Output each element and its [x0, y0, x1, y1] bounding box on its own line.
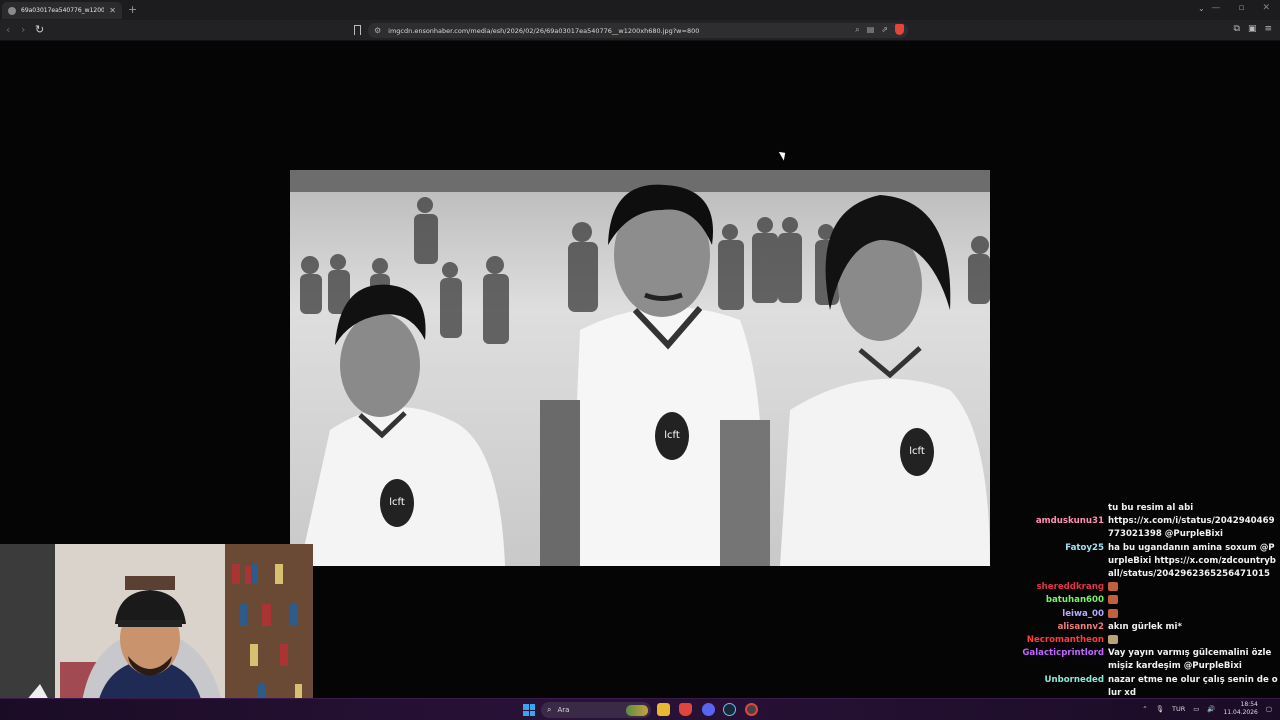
browser-tab[interactable]: 69a03017ea540776_w1200xh680 ✕	[2, 2, 122, 19]
globe-icon	[8, 6, 16, 15]
chat-username[interactable]: batuhan600	[1020, 594, 1108, 607]
chat-text: https://x.com/i/status/20429404697730213…	[1108, 516, 1275, 540]
chat-message: Fatoy25 ha bu ugandanın amina soxum @Purp…	[1020, 542, 1280, 582]
mouse-cursor-icon	[778, 149, 789, 161]
discord-icon[interactable]	[702, 703, 715, 716]
chat-message: batuhan600	[1020, 594, 1280, 607]
chat-emote-icon	[1108, 582, 1118, 592]
menu-icon[interactable]: ≡	[1264, 24, 1272, 34]
chat-message: amduskunu31 https://x.com/i/status/204294…	[1020, 515, 1280, 541]
chat-text: Vay yayın varmış gülcemalini özlemişiz k…	[1108, 648, 1272, 672]
chevron-up-icon[interactable]: ⌃	[1142, 705, 1147, 713]
notification-icon[interactable]: ▢	[1266, 705, 1272, 713]
chevron-down-icon[interactable]: ⌄	[1198, 4, 1205, 13]
close-window-icon[interactable]: ✕	[1262, 3, 1270, 13]
extensions-icon[interactable]: ⧉	[1234, 24, 1240, 34]
clock-date: 11.04.2026	[1223, 709, 1258, 716]
windows-taskbar: ⌕ Ara ⌃ 🎙 TUR ▭ 🔊 18:54 11.04.2026 ▢	[0, 698, 1280, 720]
webcam-overlay	[0, 544, 313, 720]
search-icon: ⌕	[547, 705, 552, 714]
chat-message: alisannv2 akın gürlek mi*	[1020, 621, 1280, 634]
close-tab-icon[interactable]: ✕	[109, 6, 116, 15]
chat-message: shereddkrang	[1020, 581, 1280, 594]
tab-title: 69a03017ea540776_w1200xh680	[21, 7, 105, 14]
reader-icon[interactable]: ▤	[867, 25, 875, 34]
chat-text: tu bu resim al abi	[1108, 503, 1194, 513]
volume-icon[interactable]: 🔊	[1207, 705, 1215, 713]
chat-message: Unborneded nazar etme ne olur çalış senin…	[1020, 674, 1280, 700]
chat-text: nazar etme ne olur çalış senin de olur x…	[1108, 674, 1278, 698]
chat-username[interactable]	[1020, 502, 1108, 515]
chat-message: Necromantheon	[1020, 634, 1280, 647]
svg-text:lcft: lcft	[909, 446, 925, 457]
forward-icon[interactable]: ›	[21, 23, 25, 37]
reload-icon[interactable]: ↻	[35, 23, 44, 37]
system-tray: ⌃ 🎙 TUR ▭ 🔊 18:54 11.04.2026 ▢	[1142, 701, 1272, 717]
taskbar-search[interactable]: ⌕ Ara	[541, 702, 651, 718]
chat-username[interactable]: Fatoy25	[1020, 542, 1108, 582]
chat-message: tu bu resim al abi	[1020, 502, 1280, 515]
obs-icon[interactable]	[745, 703, 758, 716]
language-indicator[interactable]: TUR	[1172, 705, 1185, 713]
chat-emote-icon	[1108, 635, 1118, 645]
minimize-icon[interactable]: —	[1211, 3, 1220, 13]
chat-text	[1108, 594, 1280, 607]
chat-emote-icon	[1108, 595, 1118, 605]
tab-strip: 69a03017ea540776_w1200xh680 ✕ + ⌄ — ▫ ✕	[0, 0, 1280, 20]
brave-browser-icon[interactable]	[679, 703, 692, 716]
chat-message: Galacticprintlord Vay yayın varmış gülcem…	[1020, 647, 1280, 673]
clock[interactable]: 18:54 11.04.2026	[1223, 701, 1257, 717]
chat-message: leiwa_00	[1020, 608, 1280, 621]
url-text[interactable]: imgcdn.ensonhaber.com/media/esh/2026/02/…	[388, 27, 699, 35]
chat-username[interactable]: Necromantheon	[1020, 634, 1108, 647]
chat-text: akın gürlek mi*	[1108, 621, 1182, 632]
chat-username[interactable]: shereddkrang	[1020, 581, 1108, 594]
window-controls: — ▫ ✕	[1211, 3, 1270, 13]
shield-icon[interactable]	[895, 24, 904, 35]
webcam-feed	[0, 544, 313, 720]
sidebar-icon[interactable]: ▣	[1248, 24, 1257, 34]
site-settings-icon[interactable]: ⚙	[374, 26, 381, 35]
wifi-icon[interactable]: ▭	[1193, 705, 1199, 713]
svg-text:lcft: lcft	[389, 497, 405, 508]
chat-username[interactable]: Galacticprintlord	[1020, 647, 1108, 673]
stream-chat: tu bu resim al abi amduskunu31 https://x.c…	[1020, 502, 1280, 698]
browser-toolbar: ‹ › ↻ ⚙ imgcdn.ensonhaber.com/media/esh/…	[0, 20, 1280, 41]
steam-icon[interactable]	[723, 703, 736, 716]
chat-username[interactable]: leiwa_00	[1020, 608, 1108, 621]
back-icon[interactable]: ‹	[6, 23, 10, 37]
chat-username[interactable]: amduskunu31	[1020, 515, 1108, 541]
search-label: Ara	[557, 706, 570, 714]
zoom-icon[interactable]: ⌕	[855, 25, 859, 35]
search-highlight-icon	[626, 704, 648, 716]
svg-text:lcft: lcft	[664, 430, 680, 441]
microphone-icon[interactable]: 🎙	[1156, 705, 1164, 713]
bookmark-icon[interactable]	[354, 25, 361, 35]
chat-text	[1108, 581, 1280, 594]
share-icon[interactable]: ⇗	[881, 25, 888, 34]
chat-emote-icon	[1108, 608, 1118, 618]
chat-text: ha bu ugandanın amina soxum @PurpleBixi …	[1108, 542, 1276, 580]
new-tab-button[interactable]: +	[128, 3, 137, 16]
chat-username[interactable]: alisannv2	[1020, 621, 1108, 634]
chat-text	[1108, 608, 1280, 621]
chat-text	[1108, 634, 1280, 647]
displayed-image: lcft lcft lcft	[290, 170, 990, 566]
address-bar[interactable]: ⚙ imgcdn.ensonhaber.com/media/esh/2026/0…	[368, 23, 908, 38]
team-photo: lcft lcft lcft	[290, 170, 990, 566]
file-explorer-icon[interactable]	[657, 703, 670, 716]
windows-start-icon[interactable]	[523, 704, 535, 716]
clock-time: 18:54	[1240, 701, 1258, 708]
maximize-icon[interactable]: ▫	[1238, 3, 1244, 13]
chat-username[interactable]: Unborneded	[1020, 674, 1108, 700]
